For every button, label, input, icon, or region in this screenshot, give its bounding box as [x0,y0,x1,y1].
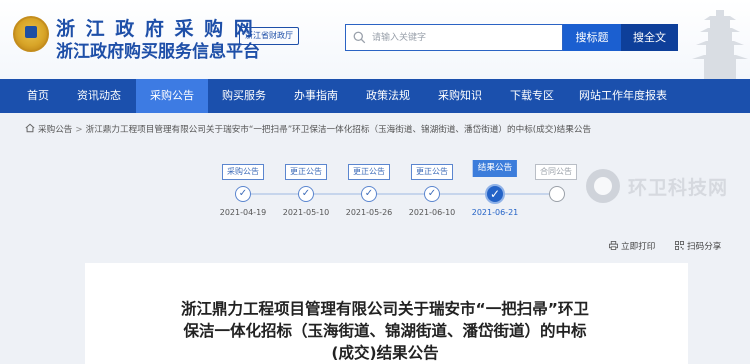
timeline-date: 2021-05-26 [345,208,393,217]
nav-item-annual-report[interactable]: 网站工作年度报表 [568,79,678,113]
watermark-logo-icon [586,169,620,203]
breadcrumb-current: 浙江鼎力工程项目管理有限公司关于瑞安市“一把扫帚”环卫保洁一体化招标（玉海街道、… [85,125,592,135]
timeline-track [243,193,558,195]
share-button[interactable]: 扫码分享 [675,241,721,253]
timeline-step-label-pending: 合同公告 [535,164,577,180]
pending-step-icon [549,186,565,202]
dept-badge: 浙江省财政厅 [239,27,299,45]
article-title: 浙江鼎力工程项目管理有限公司关于瑞安市“一把扫帚”环卫保洁一体化招标（玉海街道、… [181,300,589,362]
printer-icon [609,241,618,250]
search-fulltext-button[interactable]: 搜全文 [621,24,678,51]
check-icon: ✓ [235,186,251,202]
timeline-step-label[interactable]: 更正公告 [411,164,453,180]
timeline-date: 2021-04-19 [219,208,267,217]
national-emblem-logo [13,16,49,52]
search-title-button[interactable]: 搜标题 [563,24,621,51]
nav-item-home[interactable]: 首页 [14,79,62,113]
timeline-step-label[interactable]: 采购公告 [222,164,264,180]
main-nav: 首页 资讯动态 采购公告 购买服务 办事指南 政策法规 采购知识 下载专区 网站… [0,79,750,113]
check-icon: ✓ [361,186,377,202]
site-header: 浙 江 政 府 采 购 网 浙江政府购买服务信息平台 浙江省财政厅 搜标题 搜全… [0,0,750,79]
article-panel: 浙江鼎力工程项目管理有限公司关于瑞安市“一把扫帚”环卫保洁一体化招标（玉海街道、… [85,263,688,364]
print-label: 立即打印 [621,242,656,252]
breadcrumb-link-notices[interactable]: 采购公告 [38,125,72,135]
watermark: 环卫科技网 [586,166,728,206]
nav-item-policies[interactable]: 政策法规 [352,79,424,113]
timeline-step-label[interactable]: 更正公告 [348,164,390,180]
nav-item-guide[interactable]: 办事指南 [280,79,352,113]
home-icon [25,123,35,133]
timeline-date: 2021-05-10 [282,208,330,217]
timeline-date-current: 2021-06-21 [471,208,519,217]
print-button[interactable]: 立即打印 [609,241,655,253]
check-icon-current: ✓ [485,184,505,204]
timeline-date: 2021-06-10 [408,208,456,217]
check-icon: ✓ [424,186,440,202]
breadcrumb-separator: > [75,125,83,135]
nav-item-knowledge[interactable]: 采购知识 [424,79,496,113]
check-icon: ✓ [298,186,314,202]
search-icon [353,31,366,44]
nav-item-procurement-notices[interactable]: 采购公告 [136,79,208,113]
search-input[interactable] [372,28,560,48]
nav-item-purchase-services[interactable]: 购买服务 [208,79,280,113]
pagoda-decoration [692,10,748,79]
nav-item-news[interactable]: 资讯动态 [62,79,136,113]
qr-code-icon [675,241,684,250]
watermark-text: 环卫科技网 [628,176,729,199]
nav-item-downloads[interactable]: 下载专区 [496,79,568,113]
site-subtitle: 浙江政府购买服务信息平台 [56,42,260,62]
timeline-step-label-current[interactable]: 结果公告 [472,160,518,177]
search-box [345,24,563,51]
timeline-step-label[interactable]: 更正公告 [285,164,327,180]
breadcrumb: 采购公告 > 浙江鼎力工程项目管理有限公司关于瑞安市“一把扫帚”环卫保洁一体化招标（… [25,122,591,138]
share-label: 扫码分享 [687,242,722,252]
